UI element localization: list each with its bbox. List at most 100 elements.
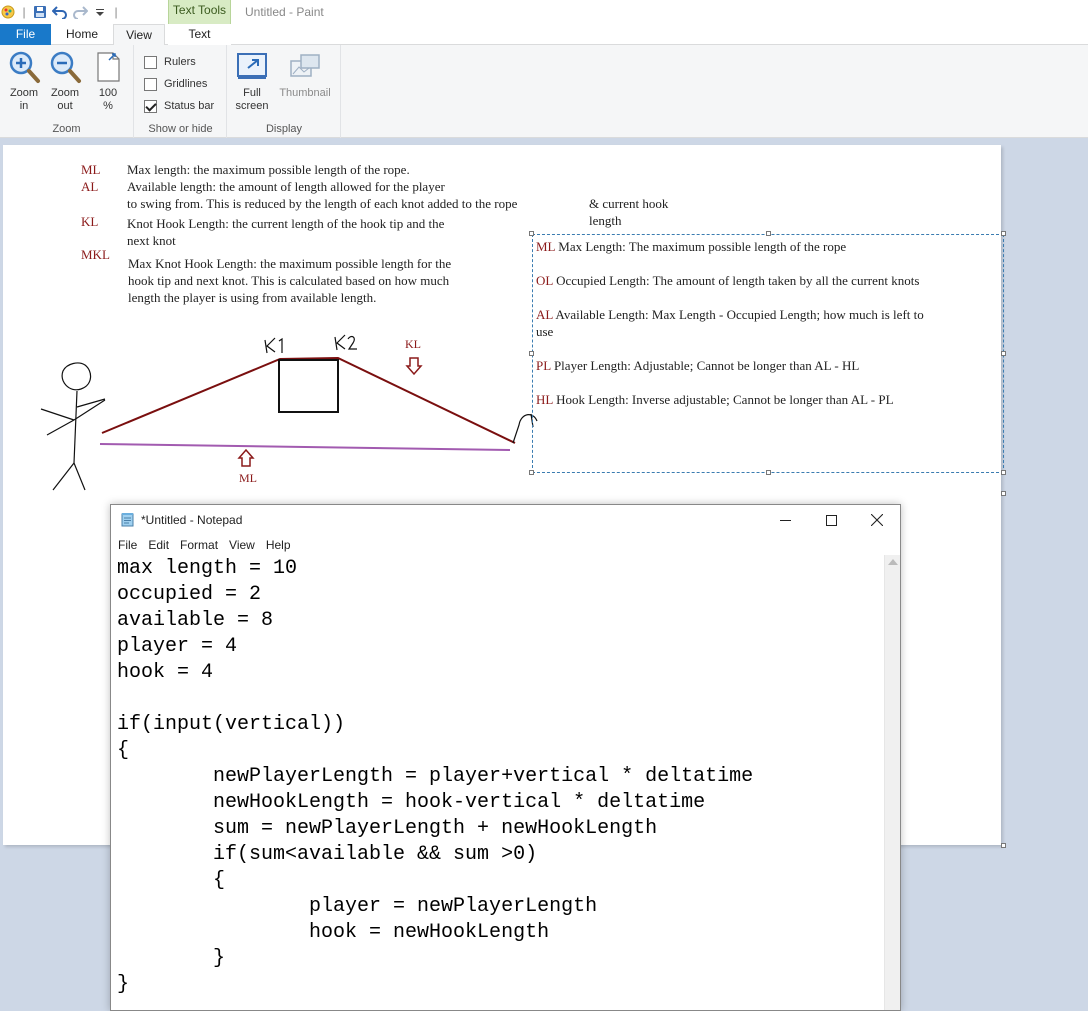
zoom-in-label-2: in	[19, 100, 29, 112]
resize-handle[interactable]	[1001, 470, 1006, 475]
redo-icon[interactable]	[72, 4, 88, 20]
resize-handle[interactable]	[529, 470, 534, 475]
zoom-in-button[interactable]: Zoom in	[6, 50, 42, 113]
menu-help[interactable]: Help	[266, 538, 291, 552]
resize-handle[interactable]	[1001, 231, 1006, 236]
full-screen-label-2: screen	[235, 100, 269, 112]
tab-view[interactable]: View	[113, 24, 165, 46]
notepad-title: *Untitled - Notepad	[141, 513, 243, 527]
textbox-text: Max Length: The maximum possible length …	[555, 239, 847, 254]
textbox-line-al-cont: use	[536, 324, 554, 339]
resize-handle[interactable]	[529, 351, 534, 356]
zoom-out-label-1: Zoom	[50, 87, 80, 99]
maximize-icon	[825, 514, 837, 526]
gridlines-label: Gridlines	[164, 78, 208, 90]
status-bar-checkbox-row[interactable]: Status bar	[144, 97, 214, 115]
notepad-content[interactable]: max length = 10 occupied = 2 available =…	[117, 556, 753, 998]
customize-toolbar-icon[interactable]	[92, 4, 108, 20]
paint-app-icon[interactable]	[0, 4, 16, 20]
zoom-out-label-2: out	[57, 100, 73, 112]
textbox-text: Available Length: Max Length - Occupied …	[552, 307, 924, 322]
ribbon-tab-row: File Home View Text	[0, 24, 1088, 46]
vertical-scrollbar[interactable]	[884, 555, 900, 1010]
textbox-abbr: AL	[536, 307, 553, 322]
quick-access-toolbar: | |	[0, 3, 120, 21]
show-or-hide-group-label: Show or hide	[148, 123, 213, 135]
menu-file[interactable]: File	[118, 538, 137, 552]
text-tools-label: Text Tools	[172, 3, 227, 17]
rope-diagram	[40, 334, 538, 491]
ml-diagram-label: ML	[239, 471, 257, 485]
max-length-line	[99, 443, 511, 451]
textbox-line-ml: ML Max Length: The maximum possible leng…	[536, 238, 998, 255]
textbox-abbr: HL	[536, 392, 553, 407]
textbox-line-al: AL Available Length: Max Length - Occupi…	[536, 306, 998, 323]
zoom-group: Zoom in Zoom out 100 % Zoom	[0, 45, 134, 138]
canvas-resize-handle[interactable]	[1001, 491, 1006, 496]
textbox-line-hl: HL Hook Length: Inverse adjustable; Cann…	[536, 391, 998, 408]
separator: |	[22, 5, 26, 19]
zoom-out-button[interactable]: Zoom out	[47, 50, 83, 113]
save-icon[interactable]	[32, 4, 48, 20]
thumbnail-icon	[290, 54, 320, 77]
textbox-abbr: ML	[536, 239, 556, 254]
side-note-line: length	[589, 213, 622, 228]
menu-format[interactable]: Format	[180, 538, 218, 552]
textbox-text: Player Length: Adjustable; Cannot be lon…	[550, 358, 860, 373]
resize-handle[interactable]	[766, 231, 771, 236]
minimize-button[interactable]	[762, 505, 808, 535]
display-group-label: Display	[265, 123, 303, 135]
maximize-button[interactable]	[808, 505, 854, 535]
resize-handle[interactable]	[529, 231, 534, 236]
full-screen-button[interactable]: Full screen	[233, 50, 271, 113]
tab-home[interactable]: Home	[52, 24, 112, 45]
resize-handle[interactable]	[1001, 351, 1006, 356]
scroll-up-arrow-icon[interactable]	[888, 559, 898, 565]
resize-handle[interactable]	[766, 470, 771, 475]
tab-file[interactable]: File	[0, 24, 51, 45]
textbox-line-pl: PL Player Length: Adjustable; Cannot be …	[536, 357, 998, 374]
zoom-in-label-1: Zoom	[9, 87, 39, 99]
document-icon	[97, 52, 120, 82]
canvas-resize-handle[interactable]	[1001, 843, 1006, 848]
rulers-checkbox-row[interactable]: Rulers	[144, 53, 196, 71]
tab-text[interactable]: Text	[168, 24, 231, 45]
notepad-text-area[interactable]: max length = 10 occupied = 2 available =…	[111, 555, 884, 1010]
textbox-text: Occupied Length: The amount of length ta…	[552, 273, 920, 288]
zoom-100-label-2: %	[103, 100, 113, 112]
kl-diagram-label: KL	[405, 337, 421, 351]
minimize-icon	[779, 519, 791, 521]
close-button[interactable]	[854, 505, 900, 535]
stick-figure	[40, 362, 106, 491]
zoom-100-button[interactable]: 100 %	[90, 50, 126, 113]
rulers-label: Rulers	[164, 56, 196, 68]
separator: |	[114, 5, 118, 19]
close-icon	[871, 514, 883, 526]
status-bar-checkbox[interactable]	[144, 99, 157, 113]
k2-label-drawing	[334, 334, 357, 351]
thumbnail-label: Thumbnail	[279, 87, 331, 99]
ribbon: Zoom in Zoom out 100 % Zoom Rulers Gridl…	[0, 45, 1088, 138]
full-screen-label-1: Full	[243, 87, 261, 99]
menu-view[interactable]: View	[229, 538, 255, 552]
show-or-hide-group: Rulers Gridlines Status bar Show or hide	[135, 45, 227, 138]
thumbnail-button[interactable]: Thumbnail	[274, 50, 336, 100]
gridlines-checkbox-row[interactable]: Gridlines	[144, 75, 207, 93]
textbox-text: Hook Length: Inverse adjustable; Cannot …	[552, 392, 894, 407]
menu-edit[interactable]: Edit	[148, 538, 169, 552]
rope-line	[101, 356, 516, 444]
side-note-line: & current hook	[589, 196, 669, 211]
current-hook-length-note: & current hook length	[589, 195, 668, 229]
textbox-abbr: OL	[536, 273, 553, 288]
notepad-title-bar[interactable]: *Untitled - Notepad	[111, 505, 900, 535]
full-screen-icon	[237, 53, 267, 79]
k1-label-drawing	[264, 337, 283, 354]
display-group: Full screen Thumbnail Display	[228, 45, 341, 138]
selected-text-box[interactable]: ML Max Length: The maximum possible leng…	[532, 234, 1004, 473]
textbox-line-ol: OL Occupied Length: The amount of length…	[536, 272, 998, 289]
kl-arrow-icon	[405, 357, 423, 376]
rulers-checkbox[interactable]	[144, 55, 157, 69]
undo-icon[interactable]	[52, 4, 68, 20]
ml-arrow-icon	[237, 448, 255, 467]
gridlines-checkbox[interactable]	[144, 77, 157, 91]
